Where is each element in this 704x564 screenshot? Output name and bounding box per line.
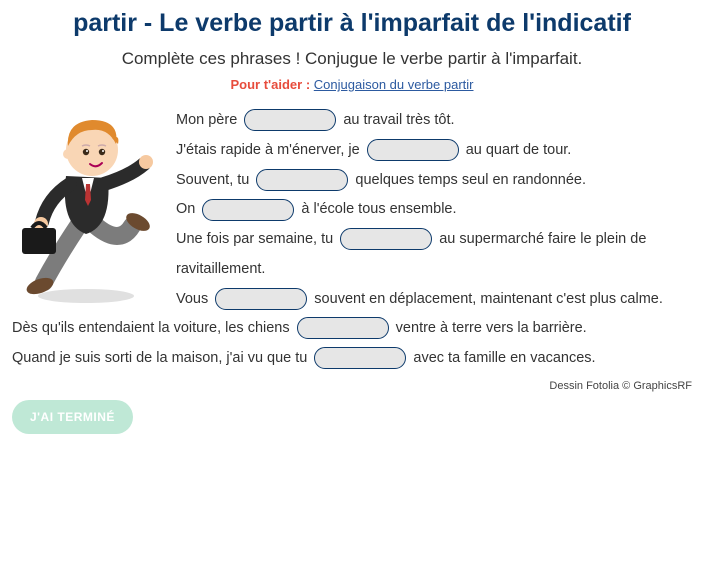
sentence-text: avec ta famille en vacances. <box>409 350 595 366</box>
done-button[interactable]: J'AI TERMINÉ <box>12 400 133 434</box>
page-title: partir - Le verbe partir à l'imparfait d… <box>12 8 692 39</box>
exercise-content: Mon père au travail très tôt. J'étais ra… <box>12 106 692 433</box>
blank-input[interactable] <box>367 139 459 161</box>
sentence-text: Une fois par semaine, tu <box>176 231 337 247</box>
blank-input[interactable] <box>314 347 406 369</box>
sentence-text: On <box>176 201 199 217</box>
sentence-text: Vous <box>176 291 212 307</box>
instructions: Complète ces phrases ! Conjugue le verbe… <box>12 49 692 69</box>
sentence-text: quelques temps seul en randonnée. <box>351 172 586 188</box>
sentence-text: au quart de tour. <box>462 142 572 158</box>
sentence-text: au travail très tôt. <box>339 112 454 128</box>
image-credit: Dessin Fotolia © GraphicsRF <box>12 380 692 392</box>
sentence-text: ventre à terre vers la barrière. <box>392 320 587 336</box>
sentence-text: Dès qu'ils entendaient la voiture, les c… <box>12 320 294 336</box>
helper-line: Pour t'aider : Conjugaison du verbe part… <box>12 77 692 92</box>
sentence-text: Quand je suis sorti de la maison, j'ai v… <box>12 350 311 366</box>
blank-input[interactable] <box>215 288 307 310</box>
sentence-8: Quand je suis sorti de la maison, j'ai v… <box>12 344 692 374</box>
sentence-text: J'étais rapide à m'énerver, je <box>176 142 364 158</box>
running-boy-illustration <box>8 106 168 306</box>
helper-link[interactable]: Conjugaison du verbe partir <box>314 77 474 92</box>
sentence-text: souvent en déplacement, maintenant c'est… <box>310 291 663 307</box>
sentence-text: Souvent, tu <box>176 172 253 188</box>
sentence-7: Dès qu'ils entendaient la voiture, les c… <box>12 314 692 344</box>
blank-input[interactable] <box>340 228 432 250</box>
sentence-text: à l'école tous ensemble. <box>297 201 456 217</box>
helper-label: Pour t'aider : <box>231 77 314 92</box>
blank-input[interactable] <box>256 169 348 191</box>
blank-input[interactable] <box>202 199 294 221</box>
sentence-text: Mon père <box>176 112 241 128</box>
blank-input[interactable] <box>244 109 336 131</box>
blank-input[interactable] <box>297 317 389 339</box>
